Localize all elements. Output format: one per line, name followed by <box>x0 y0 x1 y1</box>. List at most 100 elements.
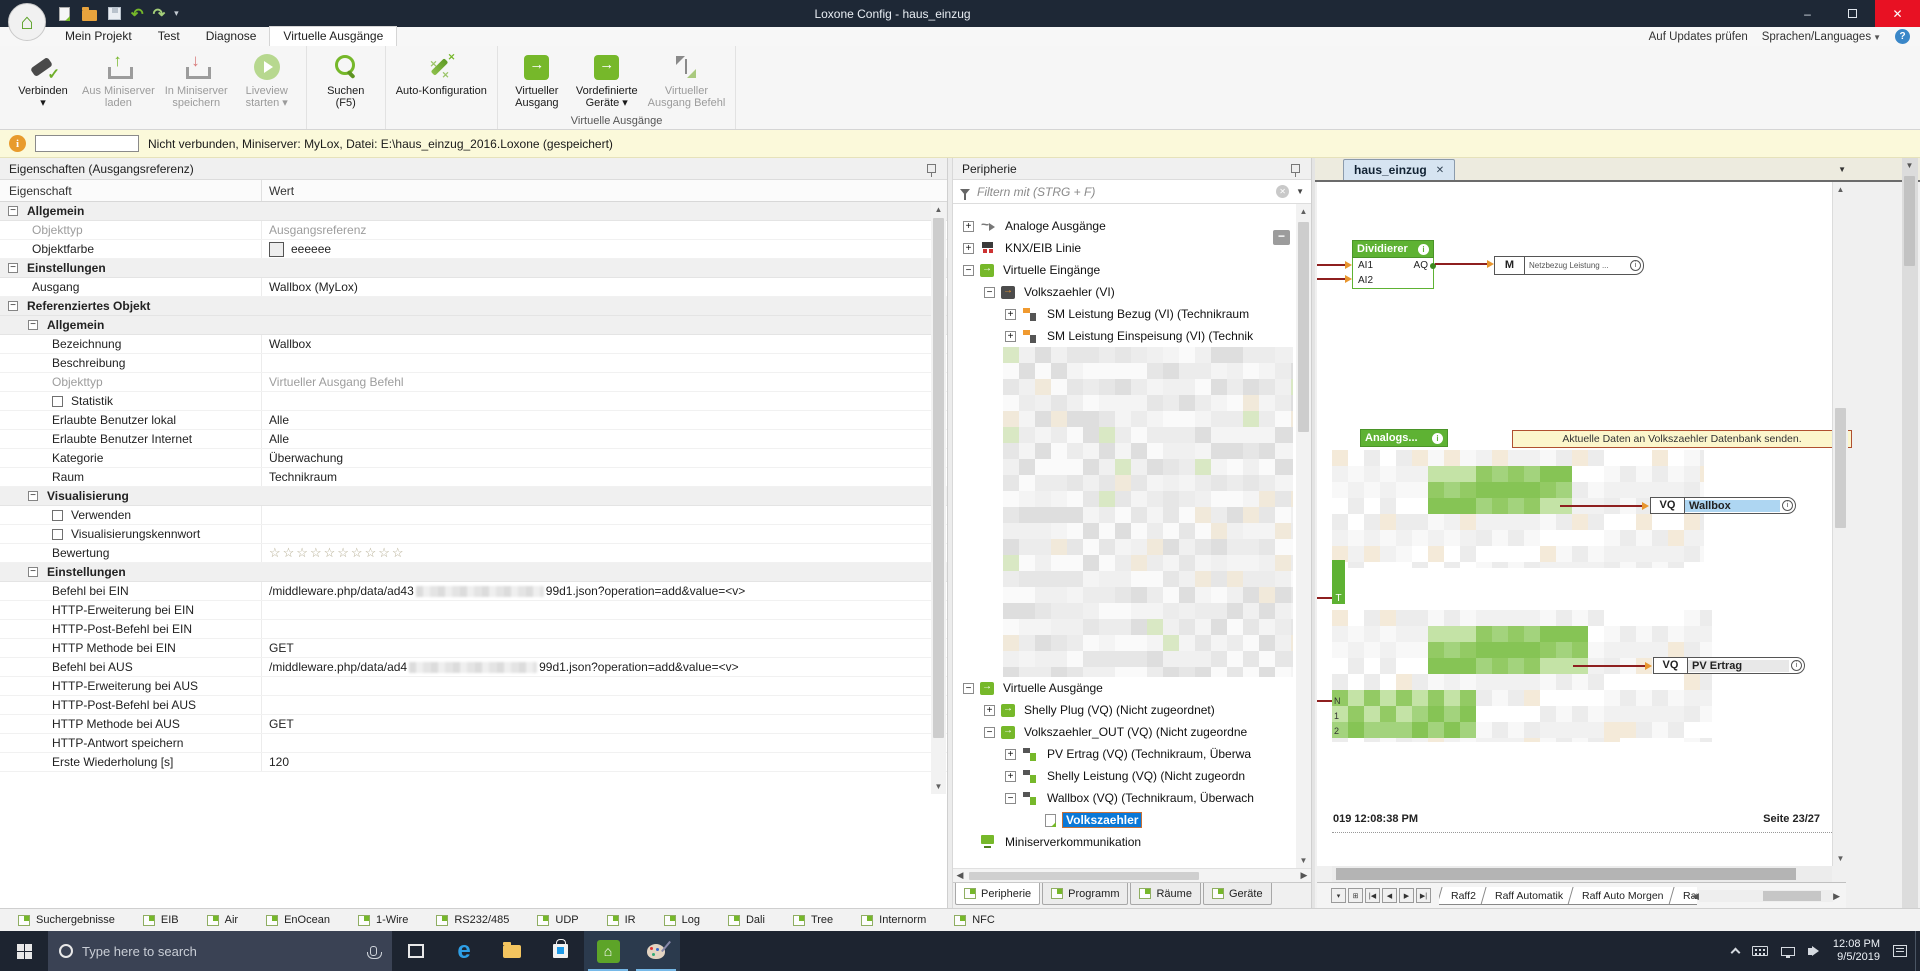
scroll-down-icon[interactable]: ▼ <box>1833 851 1848 866</box>
prev-page-icon[interactable]: ◀ <box>1382 888 1397 903</box>
redo-button[interactable]: ↷ <box>153 5 166 23</box>
first-page-icon[interactable]: |◀ <box>1365 888 1380 903</box>
task-view-button[interactable] <box>392 931 440 971</box>
menu-tab-test[interactable]: Test <box>145 27 193 46</box>
bottom-tab-air[interactable]: Air <box>193 909 252 931</box>
tree-item-volkszaehler-out-vq-nicht-zugeordne[interactable]: −Volkszaehler_OUT (VQ) (Nicht zugeordne <box>953 721 1311 743</box>
tab-ger-te[interactable]: Geräte <box>1203 883 1272 905</box>
check-updates-link[interactable]: Auf Updates prüfen <box>1649 31 1748 43</box>
property-value[interactable]: eeeeee <box>262 240 947 258</box>
scrollbar-thumb[interactable] <box>1835 408 1846 528</box>
canvas-vertical-scrollbar[interactable]: ▲ ▼ <box>1832 182 1848 866</box>
tree-expander-icon[interactable]: + <box>963 221 974 232</box>
loxone-config-taskbar-button[interactable]: ⌂ <box>584 931 632 971</box>
collapse-expander-icon[interactable]: − <box>28 491 38 501</box>
pin-icon[interactable] <box>1291 164 1300 173</box>
collapse-all-button[interactable]: − <box>1273 230 1290 245</box>
property-row[interactable]: Bewertung☆☆☆☆☆☆☆☆☆☆ <box>0 544 947 563</box>
scroll-left-icon[interactable]: ◀ <box>1692 891 1699 902</box>
property-row[interactable]: Visualisierungskennwort <box>0 525 947 544</box>
vq-wallbox-block[interactable]: VQ Wallbox <box>1650 497 1796 514</box>
tree-expander-icon[interactable]: − <box>984 727 995 738</box>
bottom-tab-tree[interactable]: Tree <box>779 909 847 931</box>
property-value[interactable]: /middleware.php/data/ad499d1.json?operat… <box>262 658 947 676</box>
properties-scrollbar[interactable]: ▲ ▼ <box>931 202 946 794</box>
column-eigenschaft[interactable]: Eigenschaft <box>0 180 262 201</box>
start-button[interactable] <box>0 931 48 971</box>
tree-item-miniserverkommunikation[interactable]: Miniserverkommunikation <box>953 831 1311 853</box>
minimize-button[interactable]: – <box>1785 0 1830 27</box>
tree-scrollbar[interactable]: ▲ ▼ <box>1296 204 1311 868</box>
property-value[interactable]: Wallbox (MyLox) <box>262 278 947 296</box>
tree-expander-icon[interactable]: − <box>963 683 974 694</box>
filter-placeholder[interactable]: Filtern mit (STRG + F) <box>977 185 1269 199</box>
tree-horizontal-scrollbar[interactable]: ◀ ▶ <box>953 868 1311 882</box>
collapse-expander-icon[interactable]: − <box>28 567 38 577</box>
property-row[interactable]: Erste Wiederholung [s]120 <box>0 753 947 772</box>
property-row[interactable]: ObjekttypAusgangsreferenz <box>0 221 947 240</box>
pin-icon[interactable] <box>927 164 936 173</box>
languages-menu[interactable]: Sprachen/Languages▼ <box>1762 31 1881 43</box>
scroll-up-icon[interactable]: ▲ <box>931 202 946 217</box>
paint-taskbar-button[interactable] <box>632 931 680 971</box>
property-value[interactable]: 120 <box>262 753 947 771</box>
collapse-expander-icon[interactable]: − <box>28 320 38 330</box>
tree-item-knx-eib-linie[interactable]: +KNX/EIB Linie <box>953 237 1311 259</box>
new-file-button[interactable] <box>56 6 72 22</box>
canvas-horizontal-scrollbar[interactable] <box>1332 866 1832 882</box>
tree-item-virtuelle-eing-nge[interactable]: −Virtuelle Eingänge <box>953 259 1311 281</box>
property-row[interactable]: AusgangWallbox (MyLox) <box>0 278 947 297</box>
property-row[interactable]: BezeichnungWallbox <box>0 335 947 354</box>
info-icon[interactable] <box>1432 433 1443 444</box>
keyboard-icon[interactable] <box>1752 946 1768 956</box>
home-button[interactable]: ⌂ <box>8 3 46 41</box>
property-value[interactable]: Virtueller Ausgang Befehl <box>262 373 947 391</box>
menu-tab-diagnose[interactable]: Diagnose <box>193 27 270 46</box>
chevron-down-icon[interactable]: ▼ <box>1296 187 1304 196</box>
undo-button[interactable]: ↶ <box>131 5 144 23</box>
bottom-tab-enocean[interactable]: EnOcean <box>252 909 344 931</box>
property-value[interactable]: GET <box>262 639 947 657</box>
scroll-right-icon[interactable]: ▶ <box>1297 870 1311 881</box>
menu-tab-virtuelle-ausg-nge[interactable]: Virtuelle Ausgänge <box>269 26 397 46</box>
output-aq[interactable]: AQ <box>1414 258 1428 273</box>
property-value[interactable]: Technikraum <box>262 468 947 486</box>
scrollbar-thumb[interactable] <box>1763 891 1821 901</box>
dropdown-icon[interactable]: ▾ <box>1331 888 1346 903</box>
auto-konfiguration-button[interactable]: Auto-Konfiguration <box>391 48 492 114</box>
tree-item-sm-leistung-bezug-vi-technikraum[interactable]: +SM Leistung Bezug (VI) (Technikraum <box>953 303 1311 325</box>
tree-expander-icon[interactable]: + <box>1005 309 1016 320</box>
tab-programm[interactable]: Programm <box>1042 883 1128 905</box>
property-row[interactable]: Befehl bei AUS/middleware.php/data/ad499… <box>0 658 947 677</box>
document-tab[interactable]: haus_einzug ✕ <box>1343 159 1455 180</box>
sheet-tab-raff-auto-morgen[interactable]: Raff Auto Morgen <box>1567 887 1678 905</box>
taskbar-clock[interactable]: 12:08 PM 9/5/2019 <box>1833 938 1880 964</box>
property-group-row[interactable]: −Allgemein <box>0 316 947 335</box>
scroll-right-icon[interactable]: ▶ <box>1833 891 1840 902</box>
right-scroll-strip[interactable]: ▼ <box>1902 158 1918 908</box>
scroll-down-icon[interactable]: ▼ <box>1296 853 1311 868</box>
property-row[interactable]: Erlaubte Benutzer lokalAlle <box>0 411 947 430</box>
bottom-tab-nfc[interactable]: NFC <box>940 909 1009 931</box>
status-input[interactable] <box>35 135 139 152</box>
property-row[interactable]: HTTP Methode bei EINGET <box>0 639 947 658</box>
checkbox[interactable] <box>52 510 63 521</box>
property-value[interactable] <box>262 354 947 372</box>
tree-item-wallbox-vq-technikraum-berwach[interactable]: −Wallbox (VQ) (Technikraum, Überwach <box>953 787 1311 809</box>
bottom-tab-log[interactable]: Log <box>650 909 714 931</box>
collapse-expander-icon[interactable]: − <box>8 263 18 273</box>
property-row[interactable]: HTTP-Erweiterung bei EIN <box>0 601 947 620</box>
bottom-tab-suchergebnisse[interactable]: Suchergebnisse <box>4 909 129 931</box>
property-row[interactable]: Befehl bei EIN/middleware.php/data/ad439… <box>0 582 947 601</box>
property-row[interactable]: Beschreibung <box>0 354 947 373</box>
tree-item-shelly-leistung-vq-nicht-zugeordn[interactable]: +Shelly Leistung (VQ) (Nicht zugeordn <box>953 765 1311 787</box>
bottom-tab-ir[interactable]: IR <box>593 909 650 931</box>
tree-item-virtuelle-ausg-nge[interactable]: −Virtuelle Ausgänge <box>953 677 1311 699</box>
scroll-left-icon[interactable]: ◀ <box>953 870 967 881</box>
show-desktop-button[interactable] <box>1915 931 1920 971</box>
analog-block-header[interactable]: Analogs... <box>1360 429 1448 447</box>
tree-item-volkszaehler-vi[interactable]: −Volkszaehler (VI) <box>953 281 1311 303</box>
comment-note[interactable]: Aktuelle Daten an Volkszaehler Datenbank… <box>1512 430 1852 448</box>
property-value[interactable]: /middleware.php/data/ad4399d1.json?opera… <box>262 582 947 600</box>
virtueller-button[interactable]: Virtueller Ausgang <box>503 48 571 114</box>
